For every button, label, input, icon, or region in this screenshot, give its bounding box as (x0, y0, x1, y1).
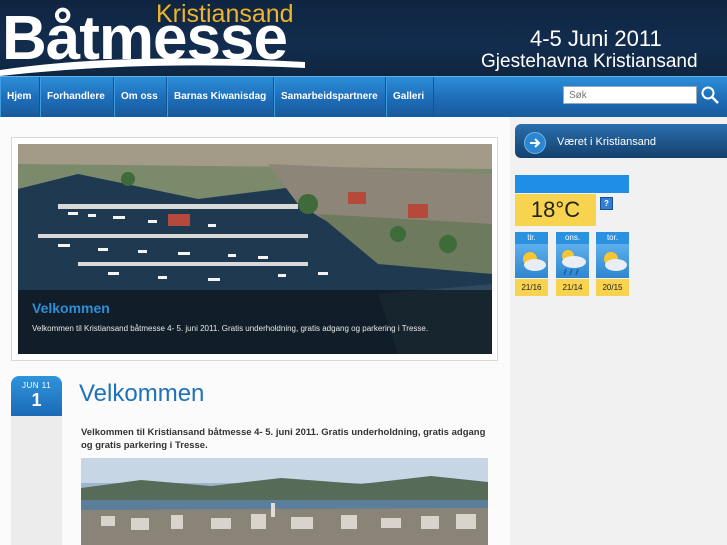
weather-widget-title[interactable]: Været i Kristiansand (557, 136, 656, 148)
forecast-day: ons. 21/14 (556, 232, 589, 296)
help-icon[interactable]: ? (600, 197, 613, 210)
nav-item-om-oss[interactable]: Om oss (114, 77, 167, 117)
forecast-day-label: ons. (556, 232, 589, 244)
post-date-tail (11, 416, 62, 545)
current-temperature: 18°C (515, 194, 596, 226)
partly-sunny-icon (515, 244, 548, 278)
weather-header-bar (515, 175, 629, 193)
post-date-badge: JUN 11 1 (11, 376, 62, 416)
forecast-temps: 21/16 (515, 279, 548, 296)
event-location: Gjestehavna Kristiansand (481, 51, 698, 72)
forecast-temps: 20/15 (596, 279, 629, 296)
post-intro: Velkommen til Kristiansand båtmesse 4- 5… (81, 427, 486, 451)
post-date-day: 1 (31, 390, 42, 410)
forecast-temps: 21/14 (556, 279, 589, 296)
nav-item-barnas-kiwanisdag[interactable]: Barnas Kiwanisdag (167, 77, 274, 117)
slider-text: Velkommen til Kristiansand båtmesse 4- 5… (32, 324, 429, 333)
post-title[interactable]: Velkommen (79, 380, 204, 408)
slider-title[interactable]: Velkommen (32, 300, 110, 316)
weather-widget-header[interactable]: Været i Kristiansand (515, 124, 727, 158)
main-navigation: Hjem Forhandlere Om oss Barnas Kiwanisda… (0, 76, 727, 117)
event-date: 4-5 Juni 2011 (530, 26, 662, 51)
featured-slider[interactable]: Velkommen Velkommen til Kristiansand båt… (11, 137, 498, 361)
forecast-day-label: tor. (596, 232, 629, 244)
sun-rain-icon (556, 244, 589, 278)
partly-sunny-icon (596, 244, 629, 278)
nav-item-forhandlere[interactable]: Forhandlere (40, 77, 114, 117)
site-header: Kristiansand Båtmesse 4-5 Juni 2011 Gjes… (0, 0, 727, 76)
logo-swoosh (0, 58, 305, 76)
nav-item-galleri[interactable]: Galleri (386, 77, 434, 117)
search-icon[interactable] (700, 85, 720, 105)
nav-item-samarbeidspartnere[interactable]: Samarbeidspartnere (274, 77, 386, 117)
forecast-day: tor. 20/15 (596, 232, 629, 296)
arrow-right-icon[interactable] (524, 132, 546, 154)
city-panorama-photo (81, 458, 488, 545)
post-date-month: JUN 11 (21, 381, 52, 390)
nav-item-hjem[interactable]: Hjem (0, 77, 40, 117)
forecast-day: tir. 21/16 (515, 232, 548, 296)
slider-caption: Velkommen Velkommen til Kristiansand båt… (18, 290, 492, 354)
search-input[interactable] (563, 86, 697, 104)
forecast-day-label: tir. (515, 232, 548, 244)
